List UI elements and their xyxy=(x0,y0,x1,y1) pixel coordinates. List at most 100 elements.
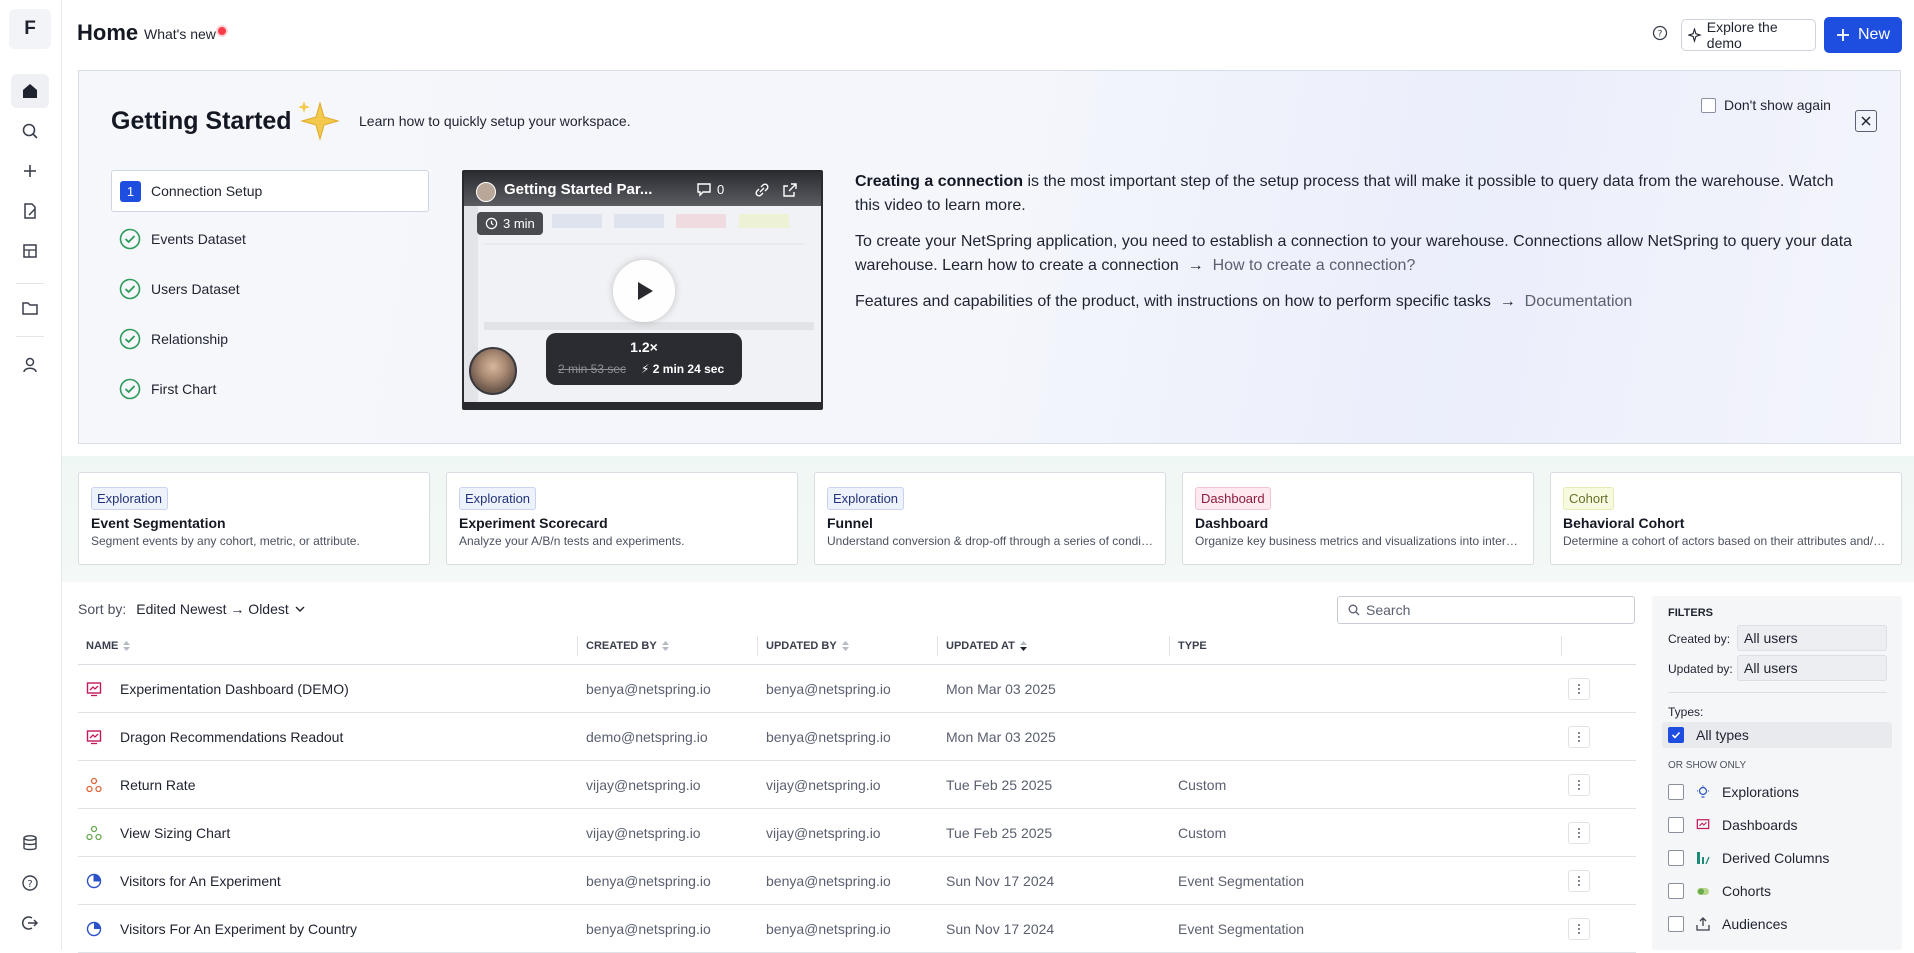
nav-documents-button[interactable] xyxy=(11,194,49,228)
workspace-logo[interactable]: F xyxy=(9,9,51,49)
table-row[interactable]: View Sizing Chart vijay@netspring.io vij… xyxy=(78,809,1636,857)
getting-started-title: Getting Started xyxy=(111,107,292,135)
header-help-button[interactable]: ? xyxy=(1651,24,1669,42)
filter-explorations[interactable]: Explorations xyxy=(1668,784,1799,800)
table-row[interactable]: Dragon Recommendations Readout demo@nets… xyxy=(78,713,1636,761)
step-users-dataset[interactable]: Users Dataset xyxy=(111,264,429,314)
nav-search-button[interactable] xyxy=(11,114,49,148)
template-card-dashboard[interactable]: Dashboard Dashboard Organize key busines… xyxy=(1182,472,1534,565)
sort-dropdown[interactable]: Edited Newest → Oldest xyxy=(136,601,306,617)
check-icon xyxy=(1671,731,1681,739)
nav-catalog-button[interactable] xyxy=(11,234,49,268)
column-header-type[interactable]: TYPE xyxy=(1178,628,1207,664)
left-nav-rail: F ? xyxy=(0,0,62,950)
template-card-funnel[interactable]: Exploration Funnel Understand conversion… xyxy=(814,472,1166,565)
checkbox-checked[interactable] xyxy=(1668,727,1684,743)
row-name[interactable]: Visitors For An Experiment by Country xyxy=(120,905,357,953)
row-menu-button[interactable] xyxy=(1568,918,1590,940)
row-menu-button[interactable] xyxy=(1568,774,1590,796)
checkbox-box[interactable] xyxy=(1668,784,1684,800)
row-menu-button[interactable] xyxy=(1568,822,1590,844)
created-by-label: Created by: xyxy=(1668,632,1731,646)
cohort-icon xyxy=(1697,888,1709,895)
row-type: Event Segmentation xyxy=(1178,921,1305,937)
kebab-icon xyxy=(1578,876,1580,886)
row-menu-button[interactable] xyxy=(1568,678,1590,700)
table-row[interactable]: Return Rate vijay@netspring.io vijay@net… xyxy=(78,761,1636,809)
filter-dashboards[interactable]: Dashboards xyxy=(1668,817,1798,833)
how-to-connect-link[interactable]: How to create a connection? xyxy=(1213,257,1416,274)
column-header-name[interactable]: NAME xyxy=(86,628,131,664)
derived-column-icon xyxy=(1697,852,1710,865)
column-header-updated-at[interactable]: UPDATED AT xyxy=(946,628,1028,664)
nav-users-button[interactable] xyxy=(11,348,49,382)
filter-cohorts[interactable]: Cohorts xyxy=(1668,883,1771,899)
video-speed-badge[interactable]: 1.2× 2 min 53 sec ⚡ 2 min 24 sec xyxy=(546,333,742,385)
external-link-icon[interactable] xyxy=(782,182,798,198)
step-connection-setup[interactable]: 1 Connection Setup xyxy=(111,170,429,212)
link-icon[interactable] xyxy=(754,182,770,198)
row-name[interactable]: View Sizing Chart xyxy=(120,809,230,857)
tutorial-video-player[interactable]: Getting Started Par... 0 3 min 1.2× 2 mi… xyxy=(462,170,823,410)
new-button[interactable]: New xyxy=(1824,17,1902,53)
row-menu-button[interactable] xyxy=(1568,870,1590,892)
column-header-created-by[interactable]: CREATED BY xyxy=(586,628,670,664)
template-card-experiment-scorecard[interactable]: Exploration Experiment Scorecard Analyze… xyxy=(446,472,798,565)
filter-audiences[interactable]: Audiences xyxy=(1668,916,1787,932)
dont-show-again-checkbox[interactable]: Don't show again xyxy=(1701,97,1831,113)
column-header-updated-by[interactable]: UPDATED BY xyxy=(766,628,850,664)
step-relationship[interactable]: Relationship xyxy=(111,314,429,364)
nav-home-button[interactable] xyxy=(11,74,49,108)
nav-folders-button[interactable] xyxy=(11,291,49,325)
search-input[interactable]: Search xyxy=(1337,596,1635,624)
getting-started-subtitle: Learn how to quickly setup your workspac… xyxy=(359,113,631,129)
table-row[interactable]: Experimentation Dashboard (DEMO) benya@n… xyxy=(78,665,1636,713)
template-card-event-segmentation[interactable]: Exploration Event Segmentation Segment e… xyxy=(78,472,430,565)
kebab-icon xyxy=(1578,924,1580,934)
step-first-chart[interactable]: First Chart xyxy=(111,364,429,414)
column-header-label: TYPE xyxy=(1178,640,1207,652)
row-updated-by: benya@netspring.io xyxy=(766,681,891,697)
checkbox-box[interactable] xyxy=(1668,883,1684,899)
notification-dot xyxy=(218,27,226,35)
nav-divider xyxy=(16,336,44,337)
checkbox-box[interactable] xyxy=(1668,916,1684,932)
checkbox-box[interactable] xyxy=(1668,817,1684,833)
all-types-checkbox[interactable]: All types xyxy=(1662,722,1892,748)
arrow-right-icon: → xyxy=(1495,293,1521,310)
checkbox-box[interactable] xyxy=(1668,850,1684,866)
folder-icon xyxy=(22,302,38,315)
nav-logout-button[interactable] xyxy=(11,906,49,940)
close-getting-started-button[interactable] xyxy=(1855,110,1877,132)
template-card-behavioral-cohort[interactable]: Cohort Behavioral Cohort Determine a coh… xyxy=(1550,472,1902,565)
row-updated-at: Tue Feb 25 2025 xyxy=(946,777,1053,793)
updated-by-select[interactable]: All users xyxy=(1737,655,1887,681)
description-paragraph-2: To create your NetSpring application, yo… xyxy=(855,230,1855,278)
video-play-button[interactable] xyxy=(613,260,675,322)
template-title: Behavioral Cohort xyxy=(1563,515,1685,531)
nav-help-button[interactable]: ? xyxy=(11,866,49,900)
nav-data-button[interactable] xyxy=(11,826,49,860)
documentation-link[interactable]: Documentation xyxy=(1525,293,1633,310)
row-name[interactable]: Visitors for An Experiment xyxy=(120,857,281,905)
row-menu-button[interactable] xyxy=(1568,726,1590,748)
types-label: Types: xyxy=(1668,705,1704,719)
table-row[interactable]: Visitors For An Experiment by Country be… xyxy=(78,905,1636,953)
explore-demo-button[interactable]: Explore the demo xyxy=(1681,19,1816,51)
created-by-select[interactable]: All users xyxy=(1737,625,1887,651)
nav-create-button[interactable] xyxy=(11,154,49,188)
step-events-dataset[interactable]: Events Dataset xyxy=(111,214,429,264)
filter-derived-columns[interactable]: Derived Columns xyxy=(1668,850,1829,866)
video-comments-button[interactable]: 0 xyxy=(696,181,724,197)
checkbox-box[interactable] xyxy=(1701,97,1716,113)
check-circle-icon xyxy=(119,328,141,350)
whats-new-link[interactable]: What's new xyxy=(144,26,216,42)
step-label: First Chart xyxy=(151,381,217,397)
video-progress-bar[interactable] xyxy=(464,402,821,408)
row-name[interactable]: Experimentation Dashboard (DEMO) xyxy=(120,665,349,713)
table-row[interactable]: Visitors for An Experiment benya@netspri… xyxy=(78,857,1636,905)
page-title: Home xyxy=(77,20,139,45)
clock-icon xyxy=(485,217,498,230)
row-name[interactable]: Dragon Recommendations Readout xyxy=(120,713,343,761)
row-name[interactable]: Return Rate xyxy=(120,761,195,809)
